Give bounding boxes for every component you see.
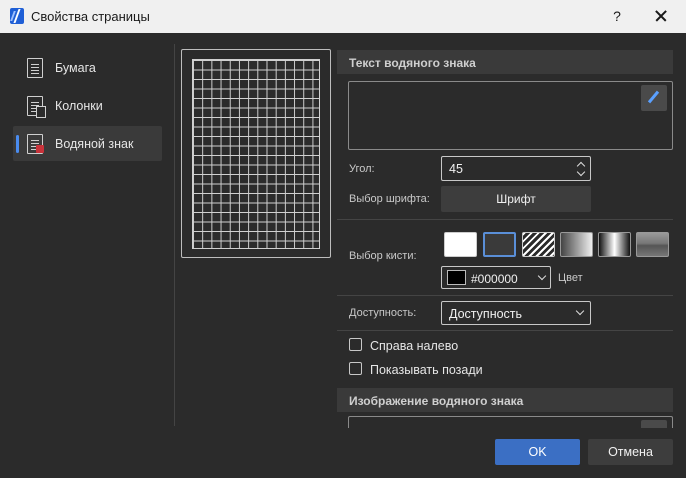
accessibility-select[interactable]: Доступность (441, 301, 591, 325)
nav-item-watermark[interactable]: Водяной знак (13, 126, 162, 161)
rtl-label: Справа налево (370, 339, 459, 353)
dialog-footer (0, 428, 686, 478)
title-bar: Свойства страницы ? (0, 0, 686, 33)
chevron-down-icon (537, 271, 547, 281)
divider (337, 295, 673, 296)
brush-linear-gradient[interactable] (560, 232, 593, 257)
preview-grid (192, 59, 320, 249)
accessibility-label: Доступность: (349, 307, 417, 319)
font-label: Выбор шрифта: (349, 193, 430, 205)
brush-none-selected[interactable] (483, 232, 516, 257)
rtl-checkbox[interactable] (349, 338, 362, 351)
image-edit-button[interactable] (641, 420, 667, 428)
angle-value: 45 (449, 162, 463, 176)
window-title: Свойства страницы (31, 9, 150, 24)
watermark-image-box[interactable] (348, 416, 673, 428)
page-icon (27, 58, 43, 78)
color-label: Цвет (558, 272, 583, 284)
divider (337, 330, 673, 331)
help-button[interactable]: ? (606, 6, 628, 26)
divider (337, 219, 673, 220)
chevron-down-icon (575, 306, 585, 316)
watermark-text-input[interactable] (348, 81, 673, 150)
show-behind-checkbox[interactable] (349, 362, 362, 375)
nav-item-label: Водяной знак (55, 137, 134, 151)
brush-hatch[interactable] (522, 232, 555, 257)
page-preview (181, 49, 331, 258)
nav-item-label: Бумага (55, 61, 96, 75)
watermark-page-icon (27, 134, 44, 154)
nav-item-paper[interactable]: Бумага (13, 50, 162, 85)
watermark-text-heading: Текст водяного знака (337, 50, 673, 74)
font-button[interactable]: Шрифт (441, 186, 591, 212)
close-button[interactable] (650, 6, 672, 26)
app-logo-icon (10, 8, 24, 24)
pencil-icon (647, 90, 660, 104)
nav-divider (174, 44, 175, 426)
brush-label: Выбор кисти: (349, 250, 417, 262)
accessibility-value: Доступность (449, 307, 523, 321)
nav-item-columns[interactable]: Колонки (13, 88, 162, 123)
color-swatch (447, 270, 466, 285)
brush-radial-gradient[interactable] (598, 232, 631, 257)
nav-item-label: Колонки (55, 99, 103, 113)
columns-page-icon (27, 96, 46, 118)
angle-spinbox[interactable]: 45 (441, 156, 591, 181)
color-value: #000000 (471, 272, 518, 286)
spin-down-button[interactable] (576, 169, 586, 177)
cancel-button[interactable]: Отмена (588, 439, 673, 465)
edit-text-button[interactable] (641, 85, 667, 111)
angle-label: Угол: (349, 163, 375, 175)
ok-button[interactable]: OK (495, 439, 580, 465)
color-picker[interactable]: #000000 (441, 266, 551, 289)
brush-texture[interactable] (636, 232, 669, 257)
show-behind-label: Показывать позади (370, 363, 483, 377)
brush-solid[interactable] (444, 232, 477, 257)
watermark-image-heading: Изображение водяного знака (337, 388, 673, 412)
